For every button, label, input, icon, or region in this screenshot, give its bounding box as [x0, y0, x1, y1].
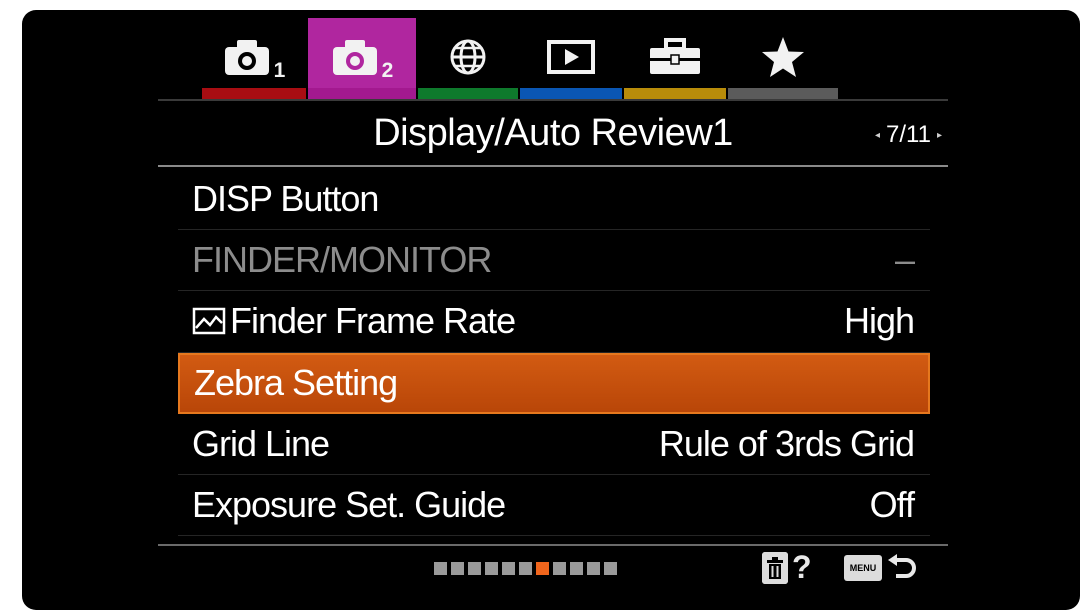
menu-item-label: DISP Button: [192, 178, 379, 220]
page-dot: [434, 562, 447, 575]
page-title: Display/Auto Review1: [373, 112, 733, 154]
tab-bar-divider: [158, 99, 948, 101]
page-number: 7/11: [886, 121, 931, 148]
footer-divider: [158, 544, 948, 546]
tab-bar: 1 2: [182, 18, 842, 100]
menu-item-label: FINDER/MONITOR: [192, 239, 492, 281]
tab-setup[interactable]: [624, 18, 726, 100]
menu-item-label-wrap: Finder Frame Rate: [192, 300, 516, 342]
page-dot: [502, 562, 515, 575]
menu-item-label: Grid Line: [192, 422, 330, 464]
tab-camera-2[interactable]: 2: [308, 18, 416, 100]
page-dots: [434, 562, 617, 575]
menu-item-label: Zebra Setting: [194, 362, 398, 404]
toolbox-icon: [647, 37, 703, 82]
page-left-arrow-icon[interactable]: ◂: [875, 130, 880, 141]
tab-playback[interactable]: [520, 18, 622, 100]
menu-item-label-wrap: DISP Button: [192, 178, 379, 220]
menu-item-label: Exposure Set. Guide: [192, 484, 506, 526]
menu-item-label-wrap: FINDER/MONITOR: [192, 239, 492, 281]
page-dot: [485, 562, 498, 575]
menu-item-value: Rule of 3rds Grid: [658, 422, 915, 464]
trash-icon[interactable]: [762, 552, 788, 584]
page-dot: [604, 562, 617, 575]
page-indicator[interactable]: ◂ 7/11 ▸: [875, 121, 942, 149]
menu-item-value: High: [843, 300, 915, 342]
menu-key-icon[interactable]: MENU: [844, 555, 882, 581]
playback-icon: [546, 39, 596, 80]
menu-item-disp-button[interactable]: DISP Button: [178, 169, 930, 231]
menu-item-label: Finder Frame Rate: [230, 300, 516, 342]
help-icon[interactable]: ?: [792, 549, 812, 586]
back-icon[interactable]: [886, 552, 918, 589]
movie-frame-icon: [192, 306, 226, 336]
page-dot-active: [536, 562, 549, 575]
tab-camera-1[interactable]: 1: [202, 18, 306, 100]
page-dot: [553, 562, 566, 575]
camera-icon: [223, 38, 271, 81]
globe-icon: [448, 37, 488, 82]
tab-my-menu[interactable]: [728, 18, 838, 100]
page-dot: [519, 562, 532, 575]
menu-list: DISP Button FINDER/MONITOR – Finder Fram…: [178, 169, 930, 537]
menu-item-label-wrap: Grid Line: [192, 422, 330, 465]
menu-item-value: –: [894, 239, 915, 281]
page-right-arrow-icon[interactable]: ▸: [937, 130, 942, 141]
menu-item-label-wrap: Exposure Set. Guide: [192, 484, 506, 526]
tab-network[interactable]: [418, 18, 518, 100]
menu-item-grid-line[interactable]: Grid Line Rule of 3rds Grid: [178, 414, 930, 475]
menu-item-zebra-setting[interactable]: Zebra Setting: [178, 352, 930, 414]
page-dot: [570, 562, 583, 575]
menu-item-exposure-set-guide[interactable]: Exposure Set. Guide Off: [178, 475, 930, 537]
camera-icon: [331, 38, 379, 81]
header-divider: [158, 165, 948, 167]
menu-item-finder-frame-rate[interactable]: Finder Frame Rate High: [178, 291, 930, 353]
page-dot: [451, 562, 464, 575]
tab-number: 1: [273, 59, 286, 82]
menu-item-value: Off: [869, 484, 915, 526]
menu-item-label-wrap: Zebra Setting: [194, 362, 398, 404]
page-dot: [468, 562, 481, 575]
tab-number: 2: [381, 59, 394, 82]
page-dot: [587, 562, 600, 575]
camera-menu-screen: 1 2 Display/Auto Review1 ◂ 7/11 ▸ DISP B…: [22, 10, 1080, 610]
menu-item-finder-monitor[interactable]: FINDER/MONITOR –: [178, 230, 930, 292]
star-icon: [760, 35, 806, 84]
